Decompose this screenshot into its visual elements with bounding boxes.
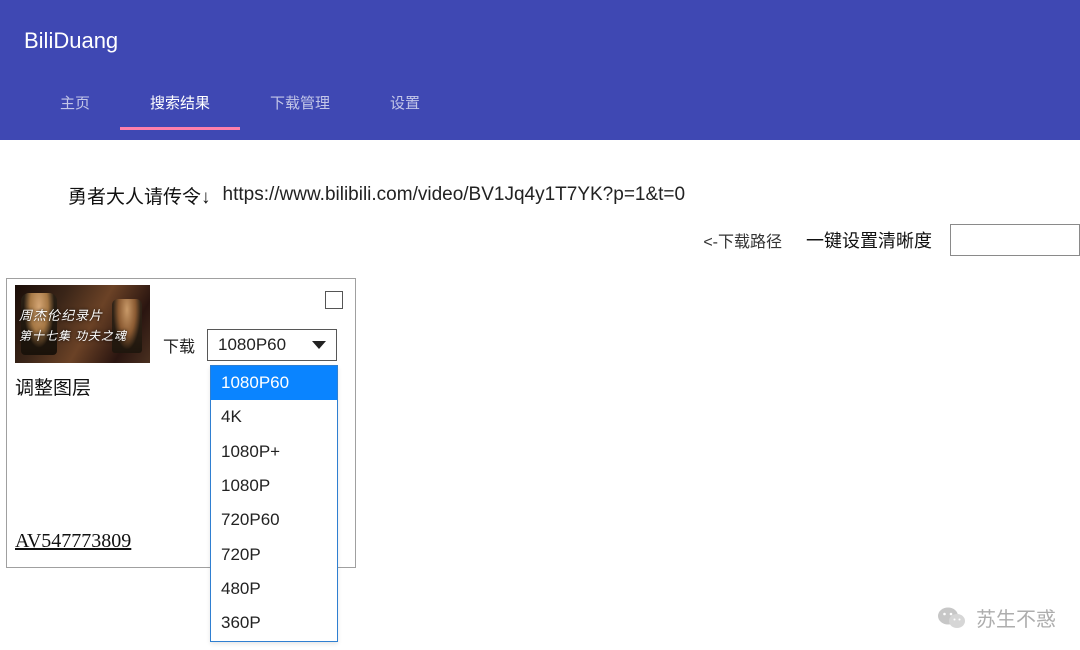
- thumbnail-overlay-line1: 周杰伦纪录片: [19, 305, 103, 324]
- wechat-icon: [938, 606, 966, 630]
- watermark-text: 苏生不惑: [976, 603, 1056, 632]
- download-row: 下载 1080P60: [163, 329, 347, 361]
- app-header: BiliDuang 主页 搜索结果 下载管理 设置: [0, 0, 1080, 140]
- quality-option-480p[interactable]: 480P: [211, 572, 337, 606]
- select-checkbox[interactable]: [325, 291, 343, 309]
- tab-download-manager[interactable]: 下载管理: [240, 82, 360, 130]
- tab-settings[interactable]: 设置: [360, 82, 450, 130]
- tab-home[interactable]: 主页: [30, 82, 120, 130]
- quality-select[interactable]: 1080P60: [207, 329, 337, 361]
- quality-option-1080p[interactable]: 1080P: [211, 469, 337, 503]
- bulk-quality-label: 一键设置清晰度: [806, 227, 932, 253]
- chevron-down-icon: [312, 341, 326, 349]
- tab-search-results[interactable]: 搜索结果: [120, 82, 240, 130]
- bulk-quality-select[interactable]: [950, 224, 1080, 256]
- download-label: 下载: [163, 333, 195, 357]
- toolbar-row: <-下载路径 一键设置清晰度: [0, 210, 1080, 256]
- quality-option-360p[interactable]: 360P: [211, 606, 337, 640]
- video-thumbnail[interactable]: 周杰伦纪录片 第十七集 功夫之魂: [15, 285, 150, 363]
- thumbnail-overlay-line2: 第十七集 功夫之魂: [19, 327, 127, 344]
- download-path-label[interactable]: <-下载路径: [703, 228, 782, 252]
- quality-option-4k[interactable]: 4K: [211, 400, 337, 434]
- quality-option-720p[interactable]: 720P: [211, 538, 337, 572]
- quality-option-720p60[interactable]: 720P60: [211, 503, 337, 537]
- watermark: 苏生不惑: [938, 603, 1056, 632]
- tab-bar: 主页 搜索结果 下载管理 设置: [0, 82, 1080, 130]
- thumbnail-image: [15, 285, 150, 363]
- quality-option-1080pplus[interactable]: 1080P+: [211, 435, 337, 469]
- quality-select-value: 1080P60: [218, 335, 286, 355]
- search-row: 勇者大人请传令↓: [0, 140, 1080, 210]
- quality-dropdown: 1080P60 4K 1080P+ 1080P 720P60 720P 480P…: [210, 365, 338, 642]
- search-label: 勇者大人请传令↓: [68, 182, 211, 209]
- quality-option-1080p60[interactable]: 1080P60: [211, 366, 337, 400]
- app-title: BiliDuang: [0, 28, 1080, 54]
- url-input[interactable]: [223, 180, 903, 210]
